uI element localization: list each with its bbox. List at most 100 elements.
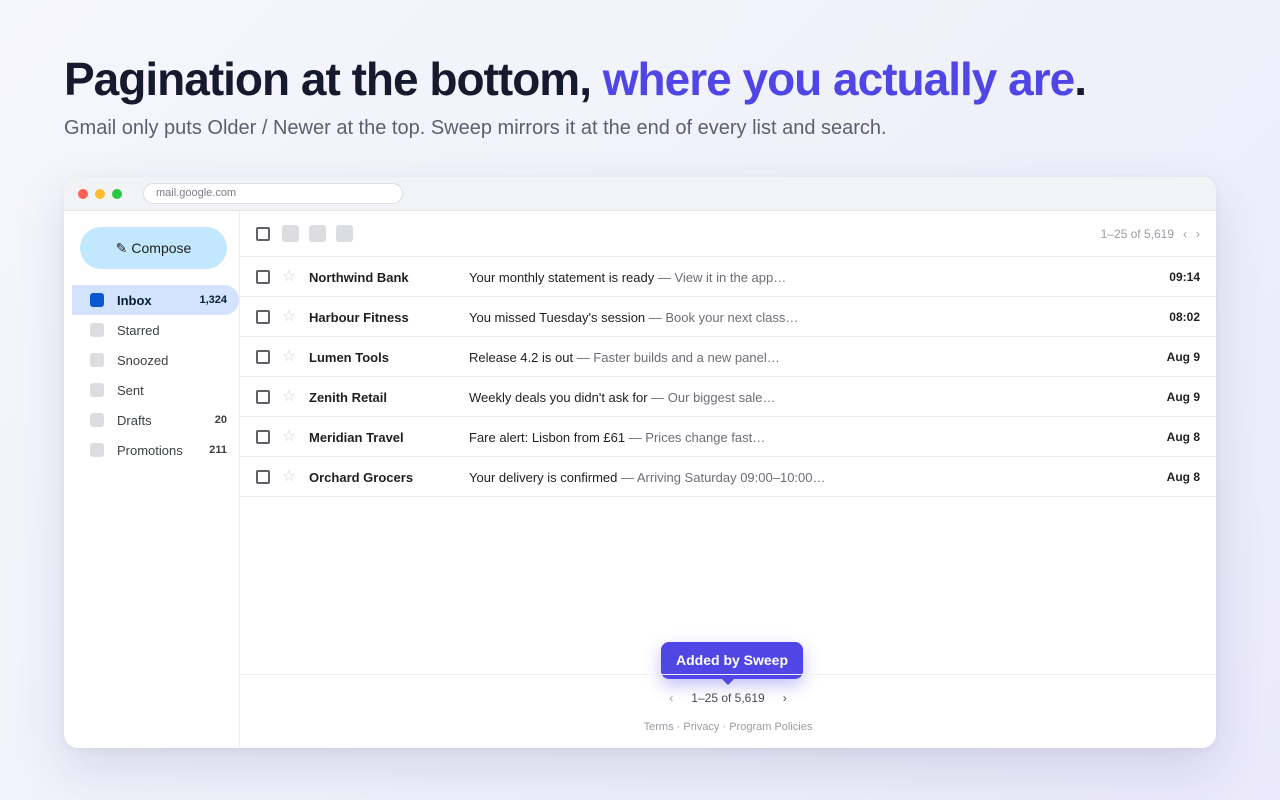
star-icon[interactable]: ☆ — [282, 306, 296, 326]
sidebar-item-label: Sent — [117, 382, 144, 398]
browser-chrome: mail.google.com — [64, 177, 1216, 211]
mail-main: 1–25 of 5,619 ‹ › ☆ Northwind Bank Your … — [240, 211, 1216, 748]
minimize-window-dot[interactable] — [95, 189, 105, 199]
older-chevron-icon[interactable]: › — [783, 691, 787, 705]
browser-window: mail.google.com ✎ Compose Inbox 1,324 St… — [64, 177, 1216, 748]
row-checkbox[interactable] — [256, 270, 270, 284]
email-time: Aug 8 — [1166, 470, 1200, 484]
bottom-divider — [240, 674, 1216, 675]
email-row[interactable]: ☆ Zenith Retail Weekly deals you didn't … — [240, 377, 1216, 417]
email-subject: Your monthly statement is ready — View i… — [469, 270, 786, 285]
star-icon[interactable]: ☆ — [282, 426, 296, 446]
sidebar-item-starred[interactable]: Starred — [72, 315, 239, 345]
top-pagination: 1–25 of 5,619 ‹ › — [1101, 227, 1200, 241]
email-subject-text: Fare alert: Lisbon from £61 — [469, 430, 626, 445]
email-row[interactable]: ☆ Meridian Travel Fare alert: Lisbon fro… — [240, 417, 1216, 457]
sidebar: ✎ Compose Inbox 1,324 Starred Snoozed Se… — [64, 211, 240, 748]
sidebar-nav: Inbox 1,324 Starred Snoozed Sent Drafts — [72, 285, 239, 465]
email-snippet: — Prices change fast… — [625, 430, 766, 445]
pencil-icon: ✎ — [115, 239, 128, 256]
email-subject-text: Release 4.2 is out — [469, 350, 574, 365]
sidebar-item-label: Inbox — [117, 292, 152, 308]
email-row[interactable]: ☆ Lumen Tools Release 4.2 is out — Faste… — [240, 337, 1216, 377]
sidebar-item-snoozed[interactable]: Snoozed — [72, 345, 239, 375]
hero-title-main: Pagination at the bottom, — [64, 53, 603, 105]
email-row[interactable]: ☆ Orchard Grocers Your delivery is confi… — [240, 457, 1216, 497]
row-checkbox[interactable] — [256, 310, 270, 324]
email-sender: Meridian Travel — [309, 430, 404, 445]
address-bar[interactable]: mail.google.com — [143, 183, 403, 204]
star-icon[interactable]: ☆ — [282, 386, 296, 406]
email-subject: Release 4.2 is out — Faster builds and a… — [469, 350, 780, 365]
email-sender: Orchard Grocers — [309, 470, 414, 485]
starred-icon — [90, 323, 104, 337]
email-time: 09:14 — [1169, 270, 1200, 284]
older-chevron-icon[interactable]: › — [1196, 227, 1200, 241]
sidebar-item-label: Snoozed — [117, 352, 169, 368]
sidebar-item-count: 20 — [214, 414, 227, 426]
sidebar-item-inbox[interactable]: Inbox 1,324 — [72, 285, 239, 315]
email-row[interactable]: ☆ Harbour Fitness You missed Tuesday's s… — [240, 297, 1216, 337]
bottom-pagination: ‹ 1–25 of 5,619 › — [240, 691, 1216, 705]
email-subject-text: Your delivery is confirmed — [469, 470, 618, 485]
email-snippet: — Book your next class… — [645, 310, 799, 325]
row-checkbox[interactable] — [256, 470, 270, 484]
program-policies-link[interactable]: Program Policies — [729, 721, 812, 733]
hero-subtitle: Gmail only puts Older / Newer at the top… — [64, 117, 887, 139]
hero-title: Pagination at the bottom, where you actu… — [64, 52, 1087, 106]
newer-chevron-icon[interactable]: ‹ — [669, 691, 673, 705]
email-sender: Lumen Tools — [309, 350, 389, 365]
close-window-dot[interactable] — [78, 189, 88, 199]
privacy-link[interactable]: Privacy — [683, 721, 719, 733]
maximize-window-dot[interactable] — [112, 189, 122, 199]
footer-links: Terms · Privacy · Program Policies — [240, 721, 1216, 733]
email-time: Aug 8 — [1166, 430, 1200, 444]
snoozed-icon — [90, 353, 104, 367]
select-all-checkbox[interactable] — [256, 227, 270, 241]
sent-icon — [90, 383, 104, 397]
email-list: ☆ Northwind Bank Your monthly statement … — [240, 257, 1216, 497]
email-time: Aug 9 — [1166, 390, 1200, 404]
more-icon[interactable] — [336, 225, 353, 242]
email-sender: Zenith Retail — [309, 390, 388, 405]
newer-chevron-icon[interactable]: ‹ — [1183, 227, 1187, 241]
sidebar-item-label: Starred — [117, 322, 160, 338]
sidebar-item-label: Promotions — [117, 442, 183, 458]
drafts-icon — [90, 413, 104, 427]
inbox-icon — [90, 293, 104, 307]
email-subject: Fare alert: Lisbon from £61 — Prices cha… — [469, 430, 765, 445]
email-time: Aug 9 — [1166, 350, 1200, 364]
email-sender: Northwind Bank — [309, 270, 409, 285]
promotions-icon — [90, 443, 104, 457]
star-icon[interactable]: ☆ — [282, 466, 296, 486]
sidebar-item-drafts[interactable]: Drafts 20 — [72, 405, 239, 435]
email-row[interactable]: ☆ Northwind Bank Your monthly statement … — [240, 257, 1216, 297]
compose-button[interactable]: ✎ Compose — [80, 227, 227, 269]
row-checkbox[interactable] — [256, 430, 270, 444]
star-icon[interactable]: ☆ — [282, 346, 296, 366]
sidebar-item-count: 211 — [209, 444, 227, 456]
sidebar-item-label: Drafts — [117, 412, 152, 428]
footer-separator: · — [673, 721, 684, 733]
sidebar-item-sent[interactable]: Sent — [72, 375, 239, 405]
email-snippet: — Faster builds and a new panel… — [573, 350, 780, 365]
bottom-pagination-range: 1–25 of 5,619 — [691, 691, 765, 705]
row-checkbox[interactable] — [256, 390, 270, 404]
archive-icon[interactable] — [282, 225, 299, 242]
row-checkbox[interactable] — [256, 350, 270, 364]
email-subject-text: You missed Tuesday's session — [469, 310, 646, 325]
email-subject-text: Weekly deals you didn't ask for — [469, 390, 648, 405]
sidebar-item-promotions[interactable]: Promotions 211 — [72, 435, 239, 465]
email-snippet: — Arriving Saturday 09:00–10:00… — [617, 470, 826, 485]
email-sender: Harbour Fitness — [309, 310, 409, 325]
top-pagination-range: 1–25 of 5,619 — [1100, 227, 1174, 241]
refresh-icon[interactable] — [309, 225, 326, 242]
star-icon[interactable]: ☆ — [282, 266, 296, 286]
hero-title-end: . — [1074, 53, 1087, 105]
footer-separator: · — [719, 721, 730, 733]
hero-title-accent: where you actually are — [602, 53, 1075, 105]
email-subject: Your delivery is confirmed — Arriving Sa… — [469, 470, 826, 485]
terms-link[interactable]: Terms — [644, 721, 674, 733]
sidebar-item-count: 1,324 — [199, 294, 227, 306]
email-subject: Weekly deals you didn't ask for — Our bi… — [469, 390, 775, 405]
